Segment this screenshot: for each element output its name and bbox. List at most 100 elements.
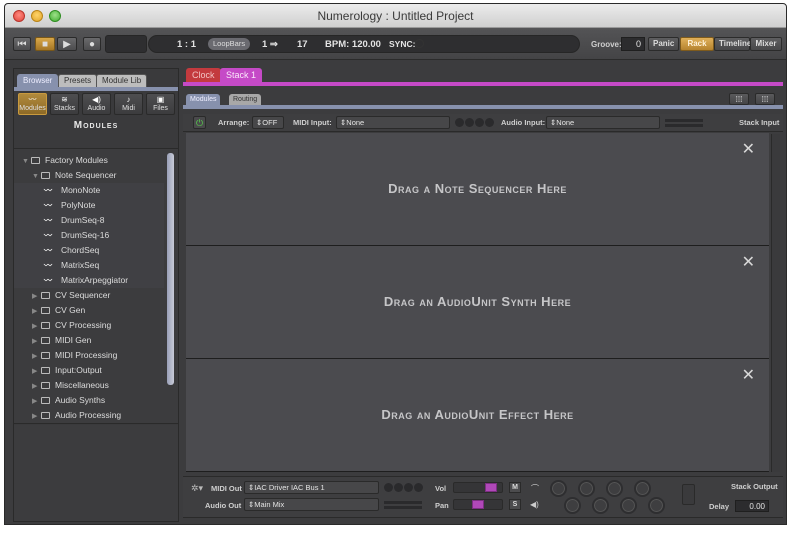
disclosure-closed-icon[interactable]: ▶	[32, 289, 41, 304]
folder-item[interactable]: ▶ Audio Synths	[14, 393, 164, 408]
folder-item[interactable]: ▶ CV Sequencer	[14, 288, 164, 303]
disclosure-closed-icon[interactable]: ▶	[32, 409, 41, 424]
stop-icon: ■	[41, 38, 49, 50]
tab-stack-1[interactable]: Stack 1	[220, 68, 263, 82]
category-files-button[interactable]: ▣ Files	[146, 93, 175, 115]
routing-port[interactable]	[550, 480, 567, 497]
view-rack-button[interactable]: Rack	[680, 37, 714, 51]
loop-start[interactable]: 1 ⇒	[262, 39, 278, 50]
routing-port[interactable]	[578, 480, 595, 497]
category-stacks-button[interactable]: ≋ Stacks	[50, 93, 79, 115]
loop-end[interactable]: 17	[297, 39, 308, 50]
routing-port[interactable]	[606, 480, 623, 497]
gear-icon[interactable]: ✲▾	[191, 483, 203, 494]
grid-layout-button[interactable]: ⁞⁞⁞	[755, 93, 775, 105]
disclosure-closed-icon[interactable]: ▶	[32, 394, 41, 409]
stack-area: Clock Stack 1 Modules Routing ⁞⁞⁞ ⁞⁞⁞ ⏻ …	[183, 64, 783, 522]
disclosure-closed-icon[interactable]: ▶	[32, 349, 41, 364]
subtab-modules[interactable]: Modules	[186, 94, 221, 105]
groove-label: Groove:	[591, 40, 622, 49]
audio-out-select[interactable]: ⇕Main Mix	[244, 498, 379, 511]
folder-item[interactable]: ▶ MIDI Processing	[14, 348, 164, 363]
routing-port[interactable]	[564, 497, 581, 514]
volume-knob[interactable]	[485, 483, 497, 492]
midi-input-select[interactable]: ⇕None	[336, 116, 450, 129]
folder-icon	[41, 352, 50, 359]
stop-button[interactable]: ■	[35, 37, 55, 51]
module-item[interactable]: 〰 MonoNote	[14, 183, 164, 198]
category-audio-button[interactable]: ◀) Audio	[82, 93, 111, 115]
panic-button[interactable]: Panic	[648, 37, 680, 51]
folder-item[interactable]: ▼ Factory Modules	[14, 153, 164, 168]
category-modules-button[interactable]: 〰 Modules	[18, 93, 47, 115]
module-item[interactable]: 〰 MatrixSeq	[14, 258, 164, 273]
close-icon[interactable]: ✕	[742, 139, 755, 159]
audio-out-label: Audio Out	[205, 501, 242, 510]
solo-button[interactable]: S	[509, 499, 521, 510]
close-icon[interactable]: ✕	[742, 252, 755, 272]
bpm-readout[interactable]: BPM: 120.00	[325, 39, 381, 50]
disclosure-closed-icon[interactable]: ▶	[32, 304, 41, 319]
power-icon[interactable]: ⏻	[193, 116, 206, 129]
disclosure-closed-icon[interactable]: ▶	[32, 364, 41, 379]
module-item[interactable]: 〰 MatrixArpeggiator	[14, 273, 164, 288]
view-timeline-button[interactable]: Timeline	[714, 37, 751, 51]
folder-item[interactable]: ▶ Audio Processing	[14, 408, 164, 423]
folder-icon	[41, 292, 50, 299]
tree-scrollbar[interactable]	[167, 153, 174, 385]
subtab-routing[interactable]: Routing	[229, 94, 262, 105]
module-item[interactable]: 〰 PolyNote	[14, 198, 164, 213]
folder-item[interactable]: ▶ CV Processing	[14, 318, 164, 333]
close-icon[interactable]: ✕	[742, 365, 755, 385]
loopbars-button[interactable]: LoopBars	[208, 38, 251, 50]
category-midi-button[interactable]: ♪ Midi	[114, 93, 143, 115]
delay-input[interactable]: 0.00	[735, 500, 769, 512]
pan-knob[interactable]	[472, 500, 484, 509]
record-button[interactable]: ●	[83, 37, 101, 51]
disclosure-open-icon[interactable]: ▼	[32, 169, 41, 184]
folder-item[interactable]: ▶ Miscellaneous	[14, 378, 164, 393]
sync-power-icon[interactable]	[415, 39, 424, 48]
rewind-button[interactable]: ⏮	[13, 37, 31, 51]
disclosure-closed-icon[interactable]: ▶	[32, 319, 41, 334]
folder-item[interactable]: ▶ Input:Output	[14, 363, 164, 378]
headphones-icon[interactable]: ⌒	[531, 483, 539, 494]
play-button[interactable]: ▶	[57, 37, 77, 51]
folder-item[interactable]: ▶ MIDI Gen	[14, 333, 164, 348]
folder-icon	[41, 307, 50, 314]
volume-slider[interactable]	[453, 482, 503, 493]
pan-slider[interactable]	[453, 499, 503, 510]
audio-input-select[interactable]: ⇕None	[546, 116, 660, 129]
tab-module-lib[interactable]: Module Lib	[96, 74, 148, 87]
module-item[interactable]: 〰 DrumSeq-16	[14, 228, 164, 243]
arrange-select[interactable]: ⇕OFF	[252, 116, 284, 129]
disclosure-closed-icon[interactable]: ▶	[32, 379, 41, 394]
speaker-icon[interactable]: ◀)	[530, 500, 539, 509]
folder-item[interactable]: ▼ Note Sequencer	[14, 168, 164, 183]
disclosure-closed-icon[interactable]: ▶	[32, 334, 41, 349]
groove-input[interactable]: 0	[621, 37, 645, 51]
view-mixer-button[interactable]: Mixer	[750, 37, 782, 51]
note-sequencer-slot[interactable]: Drag a Note Sequencer Here ✕	[186, 133, 769, 246]
routing-port[interactable]	[648, 497, 665, 514]
module-item[interactable]: 〰 DrumSeq-8	[14, 213, 164, 228]
folder-icon	[41, 337, 50, 344]
midi-out-select[interactable]: ⇕IAC Driver IAC Bus 1	[244, 481, 379, 494]
disclosure-open-icon[interactable]: ▼	[22, 154, 31, 169]
tab-browser[interactable]: Browser	[17, 74, 59, 87]
folder-item[interactable]: ▶ CV Gen	[14, 303, 164, 318]
audiounit-synth-slot[interactable]: Drag an AudioUnit Synth Here ✕	[186, 246, 769, 359]
audiounit-effect-slot[interactable]: Drag an AudioUnit Effect Here ✕	[186, 359, 769, 472]
mute-button[interactable]: M	[509, 482, 521, 493]
tree-item-label: CV Processing	[55, 320, 112, 330]
routing-port[interactable]	[592, 497, 609, 514]
module-item[interactable]: 〰 ChordSeq	[14, 243, 164, 258]
stack-scrollbar[interactable]	[771, 134, 780, 472]
routing-port[interactable]	[634, 480, 651, 497]
routing-port[interactable]	[620, 497, 637, 514]
grid-view-button[interactable]: ⁞⁞⁞	[729, 93, 749, 105]
tab-presets[interactable]: Presets	[58, 74, 98, 87]
tree-item-label: CV Gen	[55, 305, 86, 315]
tab-clock[interactable]: Clock	[186, 68, 221, 82]
module-wave-icon: 〰	[44, 246, 52, 255]
